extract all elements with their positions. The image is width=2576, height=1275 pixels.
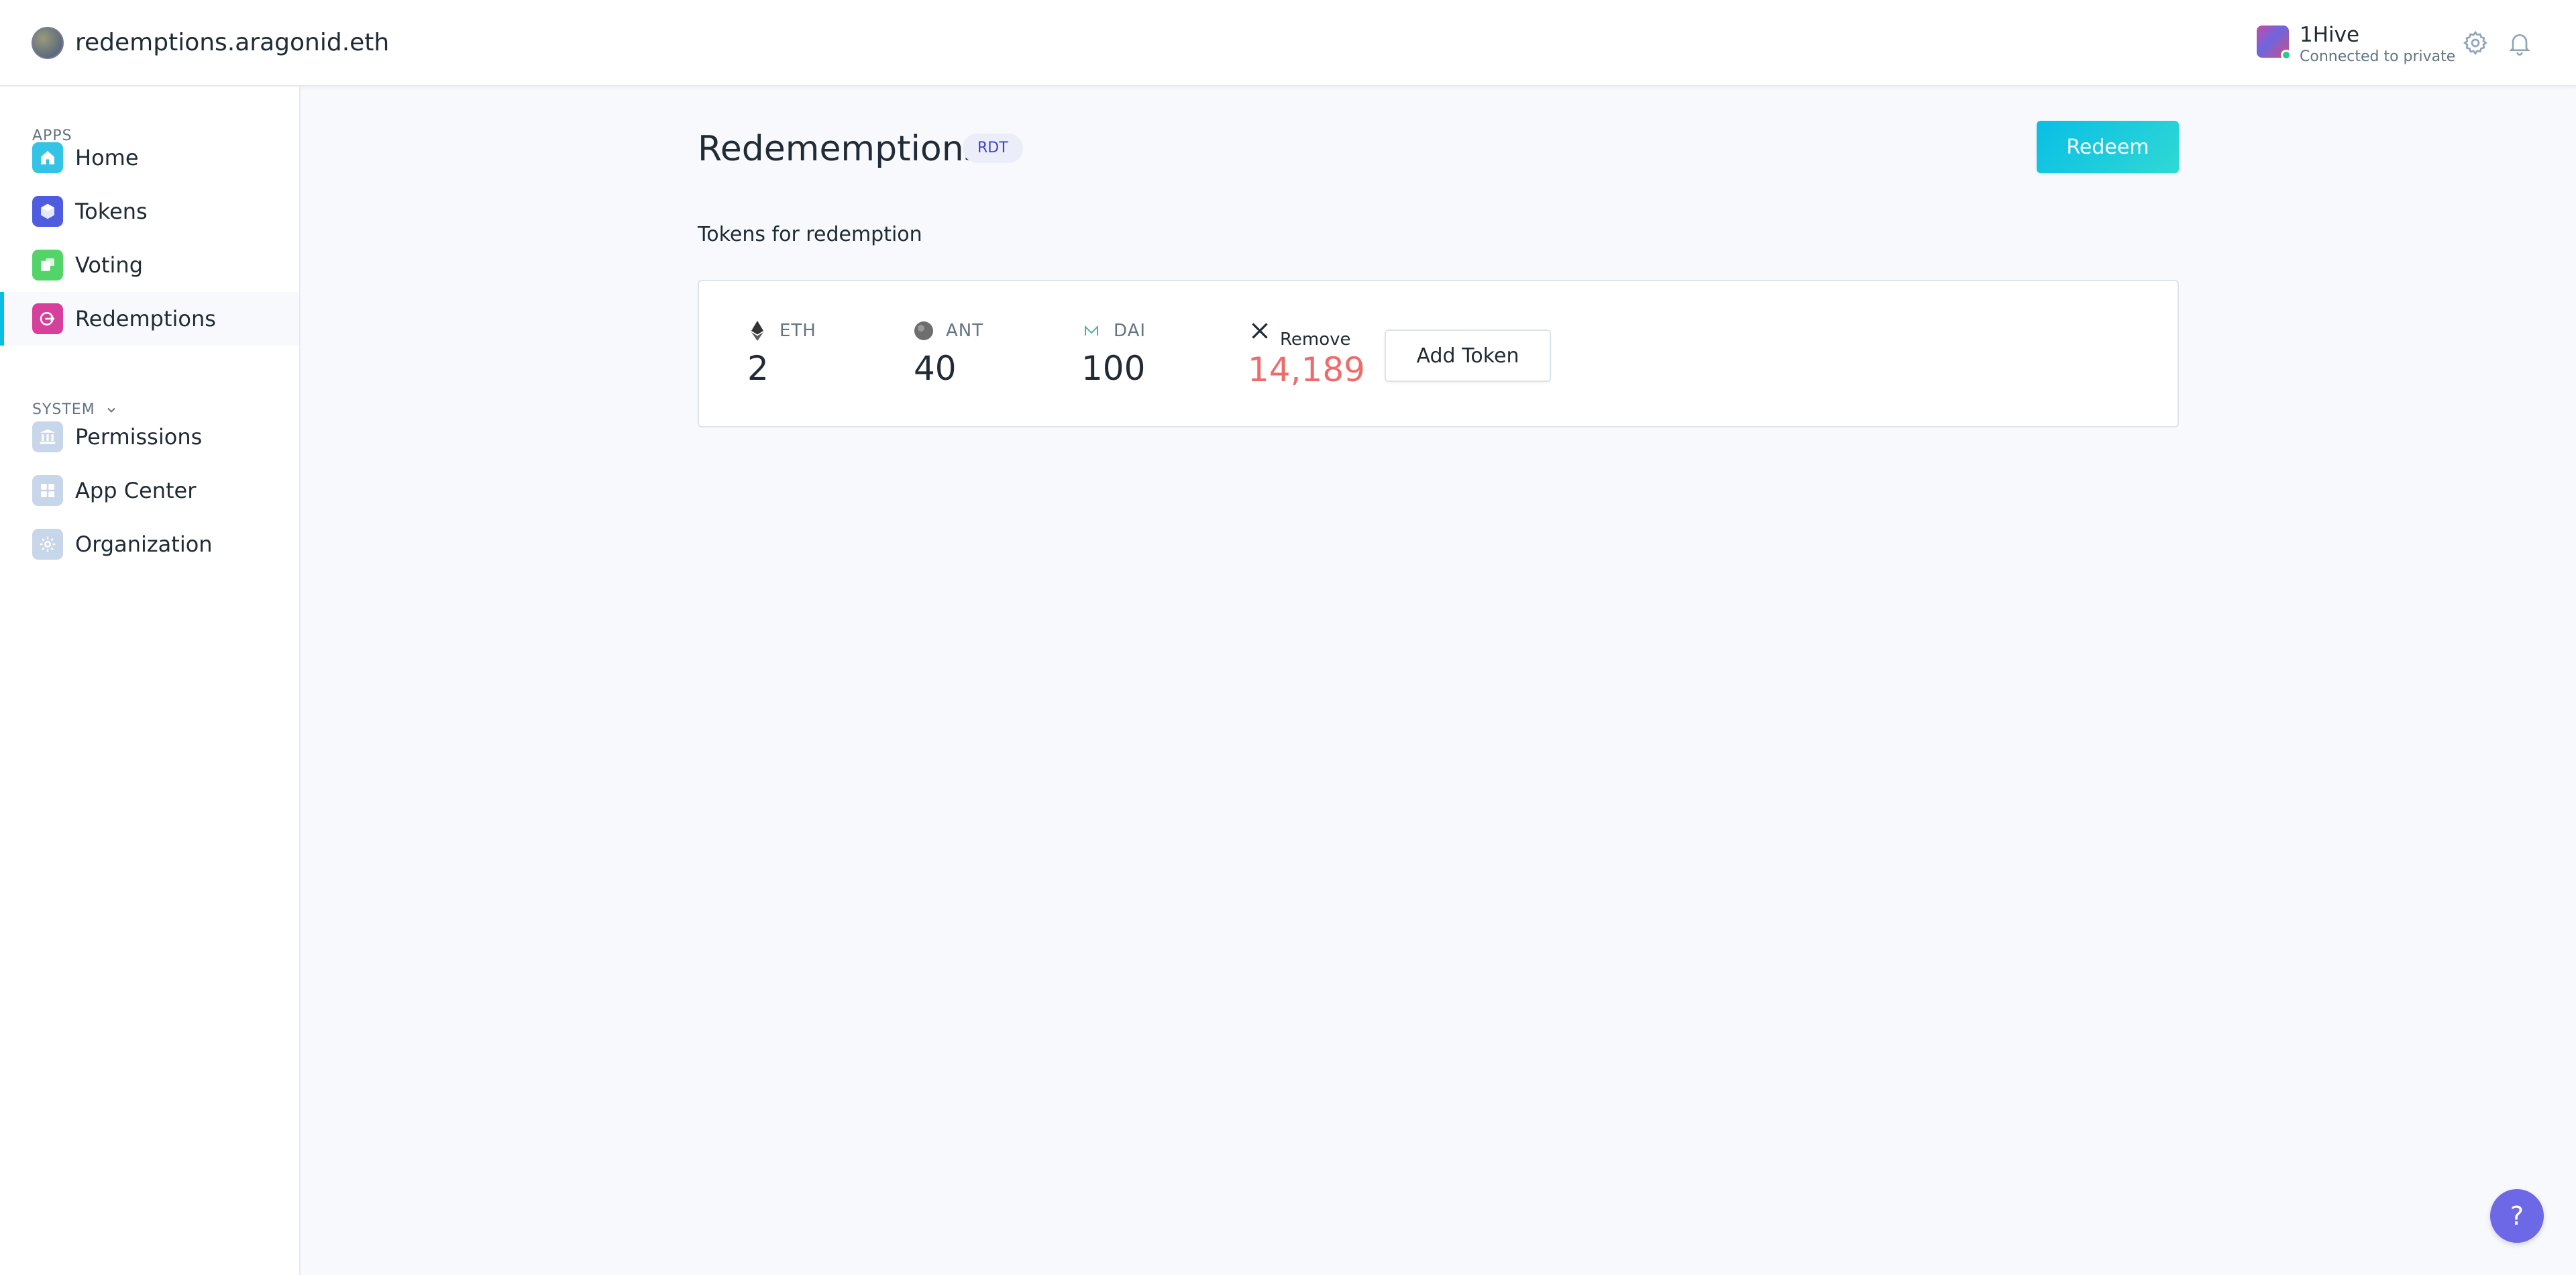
redemptions-icon bbox=[32, 303, 63, 334]
org-avatar[interactable] bbox=[32, 27, 64, 59]
sidebar-item-app-center[interactable]: App Center bbox=[0, 464, 299, 517]
org-name[interactable]: redemptions.aragonid.eth bbox=[75, 27, 389, 59]
account-name[interactable]: 1Hive bbox=[2300, 23, 2359, 47]
token-item-dai: DAI 100 bbox=[1081, 319, 1146, 387]
sidebar-item-organization[interactable]: Organization bbox=[0, 517, 299, 571]
eth-icon bbox=[747, 321, 767, 341]
voting-icon bbox=[32, 250, 63, 280]
sidebar-item-tokens[interactable]: Tokens bbox=[0, 185, 299, 238]
token-amount: 100 bbox=[1081, 349, 1146, 388]
sidebar-item-label: Organization bbox=[75, 531, 213, 557]
organization-icon bbox=[32, 529, 63, 560]
sidebar: APPS Home Tokens Voting Redemptions SYST… bbox=[0, 87, 301, 1275]
sidebar-item-label: Permissions bbox=[75, 424, 203, 450]
close-icon[interactable] bbox=[1248, 319, 1272, 343]
dai-icon bbox=[1081, 321, 1102, 341]
remove-label[interactable]: Remove bbox=[1280, 329, 1351, 350]
sidebar-item-home[interactable]: Home bbox=[0, 131, 299, 185]
home-icon bbox=[32, 142, 63, 173]
token-symbol: ANT bbox=[946, 321, 984, 341]
token-amount: 2 bbox=[747, 349, 769, 388]
token-item-eth: ETH 2 bbox=[747, 319, 816, 387]
help-button[interactable]: ? bbox=[2490, 1189, 2544, 1243]
top-header: redemptions.aragonid.eth 1Hive Connected… bbox=[0, 0, 2576, 87]
token-symbol: ETH bbox=[780, 321, 816, 341]
sidebar-item-label: Tokens bbox=[75, 199, 148, 224]
sidebar-item-label: Voting bbox=[75, 252, 144, 278]
help-icon: ? bbox=[2510, 1201, 2524, 1231]
sidebar-item-redemptions[interactable]: Redemptions bbox=[0, 292, 299, 346]
sidebar-item-permissions[interactable]: Permissions bbox=[0, 410, 299, 464]
token-item-ant: ANT 40 bbox=[914, 319, 983, 387]
account-status: Connected to private bbox=[2300, 48, 2456, 65]
tokens-for-redemption-heading: Tokens for redemption bbox=[698, 223, 922, 246]
connection-status-dot bbox=[2281, 50, 2292, 60]
sidebar-item-label: Redemptions bbox=[75, 306, 216, 332]
sidebar-item-label: Home bbox=[75, 145, 139, 170]
page-title: Redememptions bbox=[698, 129, 982, 169]
sidebar-item-voting[interactable]: Voting bbox=[0, 238, 299, 292]
app-center-icon bbox=[32, 475, 63, 506]
token-amount: 40 bbox=[914, 349, 957, 388]
token-symbol: DAI bbox=[1114, 321, 1146, 341]
remove-amount: 14,189 bbox=[1248, 350, 1365, 389]
tokens-icon bbox=[32, 196, 63, 227]
account-avatar[interactable] bbox=[2257, 26, 2292, 60]
token-badge: RDT bbox=[963, 134, 1023, 163]
sidebar-item-label: App Center bbox=[75, 478, 197, 503]
ant-icon bbox=[914, 321, 934, 341]
redeem-button[interactable]: Redeem bbox=[2037, 121, 2179, 173]
tokens-card: ETH 2 ANT 40 DAI 100 Remove 14,189 Add T… bbox=[698, 280, 2179, 427]
permissions-icon bbox=[32, 421, 63, 452]
settings-icon[interactable] bbox=[2462, 30, 2489, 56]
notifications-icon[interactable] bbox=[2506, 30, 2533, 56]
add-token-button[interactable]: Add Token bbox=[1385, 329, 1551, 382]
